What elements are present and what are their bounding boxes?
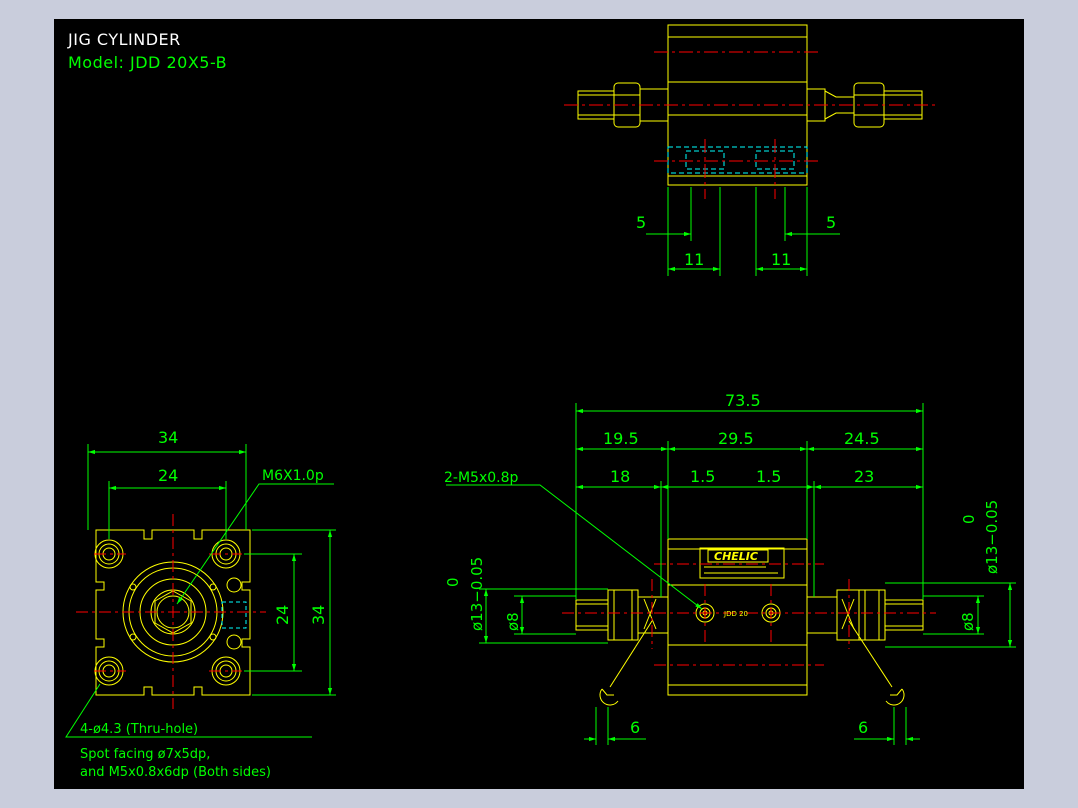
side-dim-right-gap: 1.5 [756,467,781,486]
tol-zero-right: 0 [960,514,978,524]
tol-dia-left: ø13−0.05 [468,557,486,631]
end-dim-hole-pitch-y: 24 [273,605,292,625]
side-dim-right-ext: 24.5 [844,429,880,448]
drawing-svg: 5 5 11 11 34 24 24 34 M6X1.0p 4-ø4.3 (Th… [65,24,1016,780]
side-right-nut [858,589,886,641]
mount-hole-label: 4-ø4.3 (Thru-hole) [80,722,198,737]
side-dim-left-rod: 18 [610,467,630,486]
side-view [446,403,1016,745]
body-marking: JDD 20 [723,610,748,618]
top-hidden-ports [667,146,808,174]
top-dim-right-offset: 5 [826,213,836,232]
cad-drawing-area: JIG CYLINDER Model: JDD 20X5-B 5 5 11 11… [54,19,1024,789]
port-thread-label: 2-M5x0.8p [444,470,518,486]
side-dim-body: 29.5 [718,429,754,448]
side-dim-right-rod: 23 [854,467,874,486]
rod-dia-left: ø8 [504,612,522,631]
wrench-dim-left: 6 [630,718,640,737]
side-dim-left-gap: 1.5 [690,467,715,486]
end-dim-hole-pitch-x: 24 [158,466,178,485]
wrench-flats [599,620,905,706]
end-dim-outer-width: 34 [158,428,178,447]
side-dim-left-ext: 19.5 [603,429,639,448]
end-hidden-port [221,601,247,629]
side-left-nut [607,589,639,641]
rod-thread-label: M6X1.0p [262,468,324,484]
tol-dia-right: ø13−0.05 [983,500,1001,574]
end-view [65,444,336,738]
spot-facing-note: Spot facing ø7x5dp, [80,747,210,762]
top-view [564,24,936,276]
rod-dia-right: ø8 [959,612,977,631]
brand-label: CHELIC [714,550,758,563]
side-dim-total: 73.5 [725,391,761,410]
wrench-dim-right: 6 [858,718,868,737]
thread-depth-note: and M5x0.8x6dp (Both sides) [80,765,271,780]
tol-zero-left: 0 [444,577,462,587]
end-dim-outer-height: 34 [309,605,328,625]
top-dim-right-port: 11 [771,250,791,269]
top-dim-left-offset: 5 [636,213,646,232]
top-dim-left-port: 11 [684,250,704,269]
